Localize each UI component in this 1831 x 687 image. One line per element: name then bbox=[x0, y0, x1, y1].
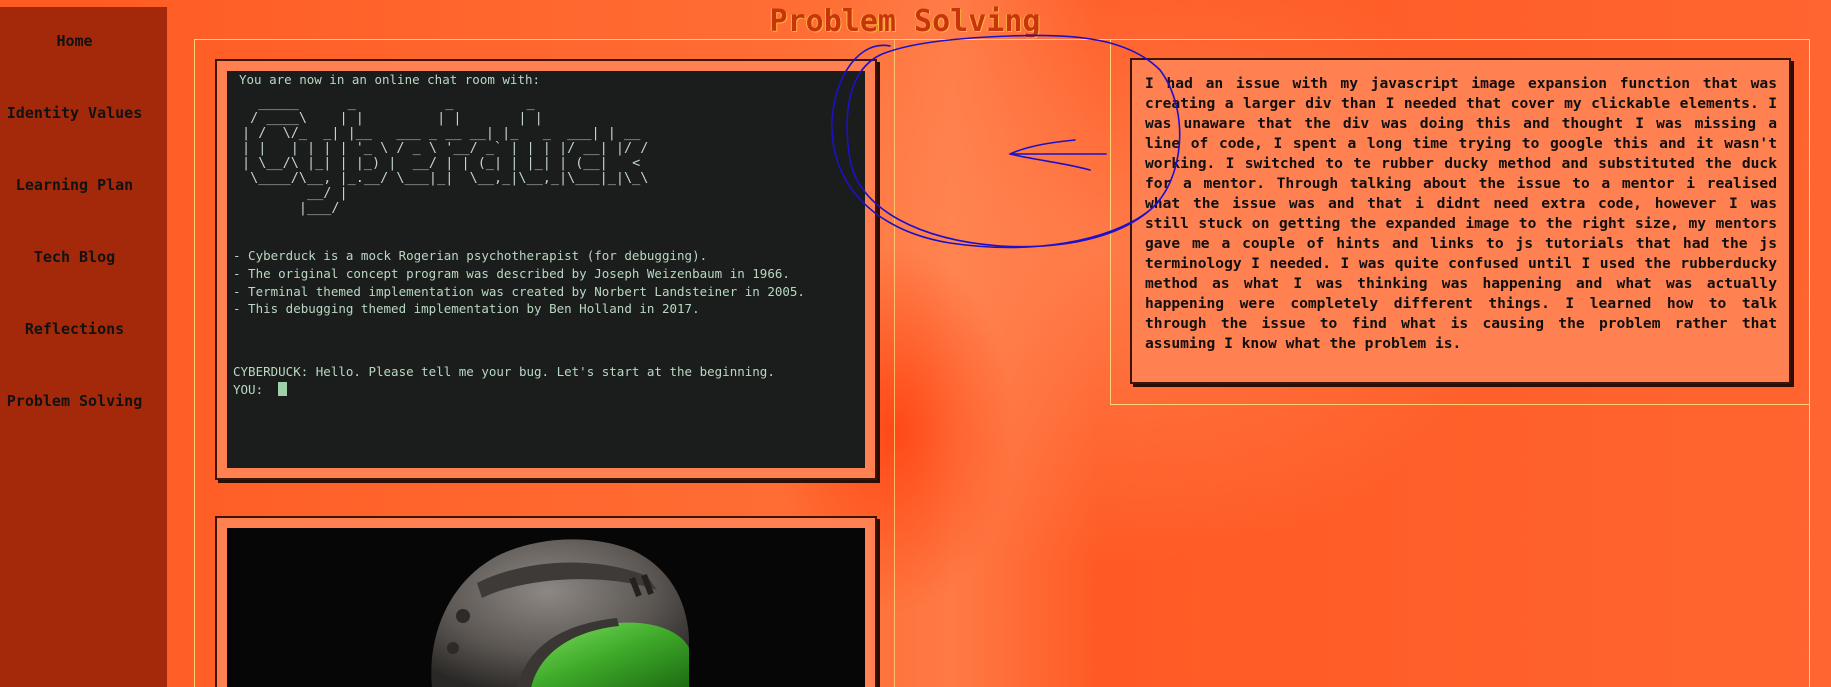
nav-link-identity-values[interactable]: Identity Values bbox=[0, 104, 149, 122]
sidebar-nav: Home Identity Values Learning Plan Tech … bbox=[0, 7, 167, 687]
nav-link-tech-blog[interactable]: Tech Blog bbox=[0, 248, 149, 266]
column-divider bbox=[894, 39, 895, 687]
nav-link-learning-plan[interactable]: Learning Plan bbox=[0, 176, 149, 194]
rubber-duck-helmet-image bbox=[227, 528, 865, 687]
terminal-info-line: - Cyberduck is a mock Rogerian psychothe… bbox=[233, 248, 708, 263]
terminal-info-list: - Cyberduck is a mock Rogerian psychothe… bbox=[233, 247, 805, 318]
terminal-card: You are now in an online chat room with:… bbox=[215, 59, 877, 480]
cyberduck-message: CYBERDUCK: Hello. Please tell me your bu… bbox=[233, 364, 775, 379]
problem-description-text: I had an issue with my javascript image … bbox=[1145, 75, 1777, 352]
user-prompt-label: YOU: bbox=[233, 381, 264, 397]
terminal-info-line: - The original concept program was descr… bbox=[233, 265, 790, 281]
nav-link-home[interactable]: Home bbox=[0, 32, 149, 50]
terminal-info-line: - This debugging themed implementation b… bbox=[233, 301, 700, 317]
nav-link-reflections[interactable]: Reflections bbox=[0, 320, 149, 338]
terminal-header: You are now in an online chat room with: bbox=[239, 72, 541, 87]
duck-image-card bbox=[215, 516, 877, 687]
helmet-illustration bbox=[431, 539, 689, 687]
terminal-info-line: - Terminal themed implementation was cre… bbox=[233, 283, 805, 299]
terminal-dialog: CYBERDUCK: Hello. Please tell me your bu… bbox=[233, 363, 775, 399]
text-cursor bbox=[278, 381, 288, 396]
nav-link-problem-solving[interactable]: Problem Solving bbox=[0, 392, 149, 410]
user-prompt-line[interactable]: YOU: bbox=[233, 381, 775, 399]
cyberduck-ascii-logo: _____ _ _ _ / ____\ | | | | | | | / \/_ … bbox=[242, 95, 649, 216]
cyberduck-terminal[interactable]: You are now in an online chat room with:… bbox=[227, 71, 865, 468]
description-card: I had an issue with my javascript image … bbox=[1130, 58, 1791, 384]
page-title: Problem Solving bbox=[769, 4, 1041, 40]
